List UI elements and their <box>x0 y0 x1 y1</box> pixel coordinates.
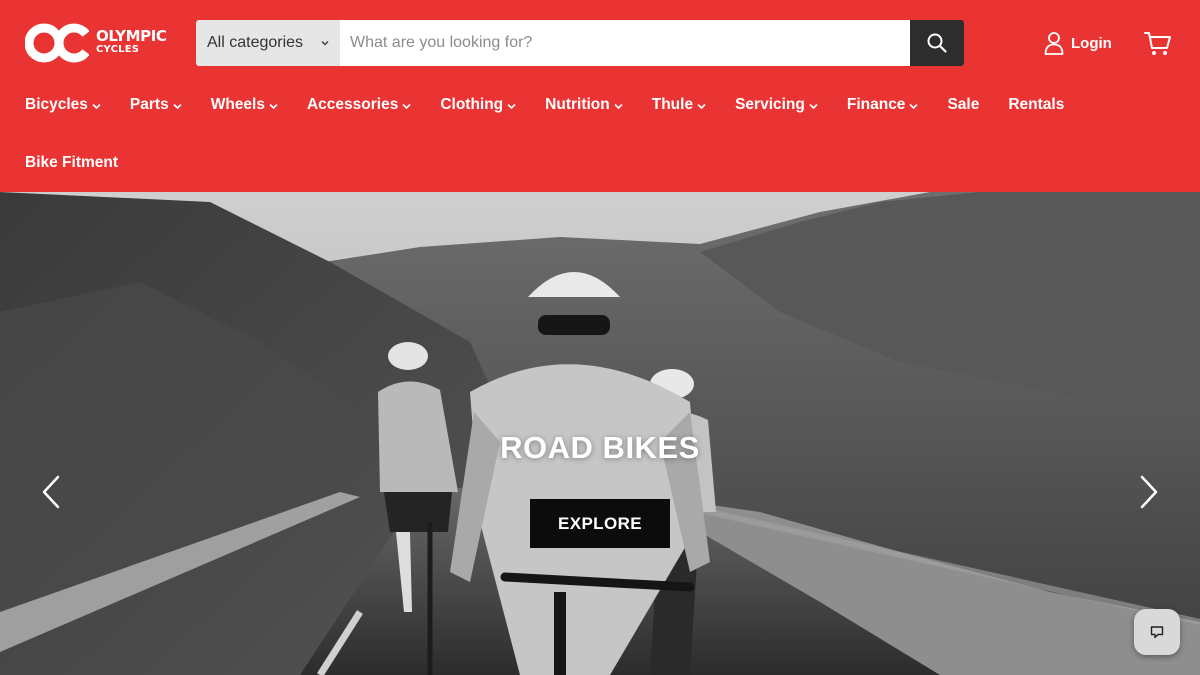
nav-item-clothing[interactable]: Clothing <box>440 96 516 114</box>
nav-item-rentals[interactable]: Rentals <box>1008 96 1064 114</box>
nav-item-label: Bicycles <box>25 96 88 113</box>
nav-item-nutrition[interactable]: Nutrition <box>545 96 623 114</box>
search-icon <box>927 33 947 53</box>
site-header: OLYMPIC CYCLES All categories Login <box>0 0 1200 192</box>
chevron-down-icon <box>909 103 919 110</box>
nav-item-parts[interactable]: Parts <box>130 96 182 114</box>
explore-button[interactable]: EXPLORE <box>530 499 670 548</box>
nav-item-bicycles[interactable]: Bicycles <box>25 96 101 114</box>
nav-item-label: Clothing <box>440 96 504 113</box>
logo-name-line2: CYCLES <box>96 44 140 55</box>
logo-mark-icon <box>25 23 89 63</box>
chat-widget-button[interactable] <box>1134 609 1180 655</box>
nav-item-wheels[interactable]: Wheels <box>211 96 278 114</box>
user-icon <box>1044 32 1064 55</box>
nav-row-primary: Bicycles Parts Wheels Accessories Clothi… <box>25 90 1175 120</box>
nav-item-label: Thule <box>651 96 694 113</box>
chevron-down-icon <box>92 103 101 110</box>
chat-bubble-icon <box>1150 626 1164 639</box>
nav-item-servicing[interactable]: Servicing <box>735 96 818 114</box>
nav-item-label: Nutrition <box>545 96 610 113</box>
chevron-down-icon <box>507 103 516 110</box>
nav-item-label: Bike Fitment <box>25 154 119 171</box>
search-input[interactable] <box>340 20 910 66</box>
nav-item-label: Wheels <box>210 96 265 113</box>
login-link[interactable]: Login <box>1044 30 1112 56</box>
olympic-cycles-logo[interactable]: OLYMPIC CYCLES <box>25 22 175 64</box>
hero-banner: ROAD BIKES EXPLORE <box>0 192 1200 675</box>
hero-title: ROAD BIKES <box>500 430 700 465</box>
nav-item-finance[interactable]: Finance <box>847 96 919 114</box>
nav-item-label: Rentals <box>1008 96 1065 113</box>
search-button[interactable] <box>910 20 964 66</box>
nav-item-thule[interactable]: Thule <box>652 96 706 114</box>
chevron-left-icon[interactable] <box>40 474 62 510</box>
nav-item-bike-fitment[interactable]: Bike Fitment <box>25 154 118 172</box>
nav-item-label: Accessories <box>306 96 399 113</box>
nav-row-secondary: Bike Fitment <box>25 148 1175 178</box>
nav-item-label: Finance <box>846 96 906 113</box>
nav-item-label: Servicing <box>735 96 805 113</box>
chevron-down-icon <box>321 40 329 46</box>
nav-item-label: Sale <box>947 96 980 113</box>
chevron-right-icon[interactable] <box>1138 474 1160 510</box>
chevron-down-icon <box>614 103 623 110</box>
chevron-down-icon <box>697 103 706 110</box>
main-navigation: Bicycles Parts Wheels Accessories Clothi… <box>25 90 1175 178</box>
nav-item-sale[interactable]: Sale <box>947 96 979 114</box>
logo-wordmark: OLYMPIC CYCLES <box>96 29 167 55</box>
chevron-down-icon <box>809 103 818 110</box>
search-bar: All categories <box>196 20 964 66</box>
chevron-down-icon <box>402 103 411 110</box>
logo-name-line1: OLYMPIC <box>96 27 167 45</box>
cart-icon[interactable] <box>1144 29 1172 57</box>
chevron-down-icon <box>269 103 278 110</box>
nav-item-label: Parts <box>129 96 169 113</box>
search-category-select[interactable]: All categories <box>196 20 340 66</box>
search-category-value: All categories <box>207 34 304 51</box>
chevron-down-icon <box>173 103 182 110</box>
nav-item-accessories[interactable]: Accessories <box>307 96 411 114</box>
login-label: Login <box>1071 34 1112 52</box>
